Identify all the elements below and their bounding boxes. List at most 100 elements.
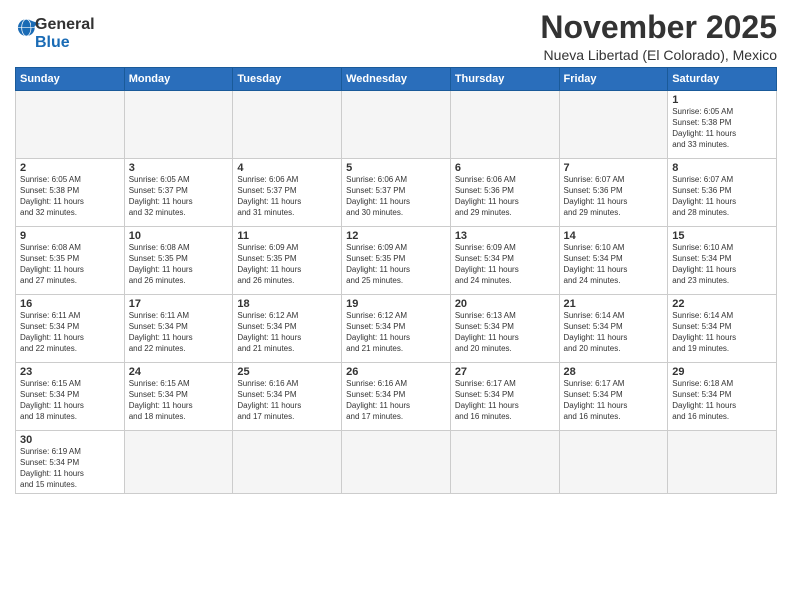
- day-number: 28: [564, 366, 664, 378]
- calendar-cell: 18Sunrise: 6:12 AM Sunset: 5:34 PM Dayli…: [233, 295, 342, 363]
- calendar-cell: 21Sunrise: 6:14 AM Sunset: 5:34 PM Dayli…: [559, 295, 668, 363]
- calendar-cell: 2Sunrise: 6:05 AM Sunset: 5:38 PM Daylig…: [16, 159, 125, 227]
- day-info: Sunrise: 6:08 AM Sunset: 5:35 PM Dayligh…: [20, 243, 120, 286]
- day-info: Sunrise: 6:18 AM Sunset: 5:34 PM Dayligh…: [672, 379, 772, 422]
- calendar-cell: [342, 91, 451, 159]
- day-number: 7: [564, 162, 664, 174]
- day-number: 24: [129, 366, 229, 378]
- day-info: Sunrise: 6:09 AM Sunset: 5:34 PM Dayligh…: [455, 243, 555, 286]
- day-info: Sunrise: 6:09 AM Sunset: 5:35 PM Dayligh…: [346, 243, 446, 286]
- calendar-cell: 28Sunrise: 6:17 AM Sunset: 5:34 PM Dayli…: [559, 363, 668, 431]
- calendar-table: SundayMondayTuesdayWednesdayThursdayFrid…: [15, 67, 777, 494]
- day-info: Sunrise: 6:11 AM Sunset: 5:34 PM Dayligh…: [129, 311, 229, 354]
- week-row-2: 9Sunrise: 6:08 AM Sunset: 5:35 PM Daylig…: [16, 227, 777, 295]
- calendar-cell: [450, 91, 559, 159]
- day-number: 12: [346, 230, 446, 242]
- day-number: 2: [20, 162, 120, 174]
- calendar-cell: 19Sunrise: 6:12 AM Sunset: 5:34 PM Dayli…: [342, 295, 451, 363]
- calendar-cell: 27Sunrise: 6:17 AM Sunset: 5:34 PM Dayli…: [450, 363, 559, 431]
- day-info: Sunrise: 6:15 AM Sunset: 5:34 PM Dayligh…: [129, 379, 229, 422]
- day-info: Sunrise: 6:14 AM Sunset: 5:34 PM Dayligh…: [672, 311, 772, 354]
- calendar-cell: 13Sunrise: 6:09 AM Sunset: 5:34 PM Dayli…: [450, 227, 559, 295]
- day-number: 25: [237, 366, 337, 378]
- day-info: Sunrise: 6:10 AM Sunset: 5:34 PM Dayligh…: [564, 243, 664, 286]
- day-number: 13: [455, 230, 555, 242]
- calendar-cell: 4Sunrise: 6:06 AM Sunset: 5:37 PM Daylig…: [233, 159, 342, 227]
- weekday-header-friday: Friday: [559, 68, 668, 91]
- day-info: Sunrise: 6:14 AM Sunset: 5:34 PM Dayligh…: [564, 311, 664, 354]
- day-info: Sunrise: 6:19 AM Sunset: 5:34 PM Dayligh…: [20, 447, 120, 490]
- calendar-cell: 10Sunrise: 6:08 AM Sunset: 5:35 PM Dayli…: [124, 227, 233, 295]
- day-number: 23: [20, 366, 120, 378]
- calendar-cell: 16Sunrise: 6:11 AM Sunset: 5:34 PM Dayli…: [16, 295, 125, 363]
- weekday-header-row: SundayMondayTuesdayWednesdayThursdayFrid…: [16, 68, 777, 91]
- calendar-cell: [16, 91, 125, 159]
- day-info: Sunrise: 6:11 AM Sunset: 5:34 PM Dayligh…: [20, 311, 120, 354]
- header: General Blue November 2025 Nueva Liberta…: [15, 10, 777, 63]
- calendar-cell: 11Sunrise: 6:09 AM Sunset: 5:35 PM Dayli…: [233, 227, 342, 295]
- calendar-cell: 22Sunrise: 6:14 AM Sunset: 5:34 PM Dayli…: [668, 295, 777, 363]
- calendar-cell: 9Sunrise: 6:08 AM Sunset: 5:35 PM Daylig…: [16, 227, 125, 295]
- calendar-cell: [559, 431, 668, 494]
- day-info: Sunrise: 6:17 AM Sunset: 5:34 PM Dayligh…: [564, 379, 664, 422]
- calendar-cell: 6Sunrise: 6:06 AM Sunset: 5:36 PM Daylig…: [450, 159, 559, 227]
- calendar-cell: 23Sunrise: 6:15 AM Sunset: 5:34 PM Dayli…: [16, 363, 125, 431]
- day-info: Sunrise: 6:07 AM Sunset: 5:36 PM Dayligh…: [564, 175, 664, 218]
- day-number: 30: [20, 434, 120, 446]
- weekday-header-wednesday: Wednesday: [342, 68, 451, 91]
- day-info: Sunrise: 6:16 AM Sunset: 5:34 PM Dayligh…: [237, 379, 337, 422]
- calendar-cell: 14Sunrise: 6:10 AM Sunset: 5:34 PM Dayli…: [559, 227, 668, 295]
- day-number: 20: [455, 298, 555, 310]
- day-number: 4: [237, 162, 337, 174]
- day-number: 27: [455, 366, 555, 378]
- logo-text-block: General Blue: [35, 16, 95, 51]
- day-number: 26: [346, 366, 446, 378]
- logo-blue: Blue: [35, 34, 95, 52]
- day-info: Sunrise: 6:15 AM Sunset: 5:34 PM Dayligh…: [20, 379, 120, 422]
- day-info: Sunrise: 6:07 AM Sunset: 5:36 PM Dayligh…: [672, 175, 772, 218]
- day-info: Sunrise: 6:08 AM Sunset: 5:35 PM Dayligh…: [129, 243, 229, 286]
- calendar-cell: 24Sunrise: 6:15 AM Sunset: 5:34 PM Dayli…: [124, 363, 233, 431]
- day-info: Sunrise: 6:09 AM Sunset: 5:35 PM Dayligh…: [237, 243, 337, 286]
- day-info: Sunrise: 6:05 AM Sunset: 5:38 PM Dayligh…: [20, 175, 120, 218]
- day-info: Sunrise: 6:16 AM Sunset: 5:34 PM Dayligh…: [346, 379, 446, 422]
- calendar-cell: [668, 431, 777, 494]
- weekday-header-tuesday: Tuesday: [233, 68, 342, 91]
- calendar-cell: [559, 91, 668, 159]
- weekday-header-thursday: Thursday: [450, 68, 559, 91]
- calendar-cell: 25Sunrise: 6:16 AM Sunset: 5:34 PM Dayli…: [233, 363, 342, 431]
- day-number: 17: [129, 298, 229, 310]
- day-info: Sunrise: 6:06 AM Sunset: 5:37 PM Dayligh…: [237, 175, 337, 218]
- day-info: Sunrise: 6:10 AM Sunset: 5:34 PM Dayligh…: [672, 243, 772, 286]
- title-area: November 2025 Nueva Libertad (El Colorad…: [540, 10, 777, 63]
- week-row-5: 30Sunrise: 6:19 AM Sunset: 5:34 PM Dayli…: [16, 431, 777, 494]
- calendar-cell: 17Sunrise: 6:11 AM Sunset: 5:34 PM Dayli…: [124, 295, 233, 363]
- day-number: 8: [672, 162, 772, 174]
- calendar-cell: 20Sunrise: 6:13 AM Sunset: 5:34 PM Dayli…: [450, 295, 559, 363]
- day-info: Sunrise: 6:13 AM Sunset: 5:34 PM Dayligh…: [455, 311, 555, 354]
- logo-area: General Blue: [15, 14, 95, 51]
- day-info: Sunrise: 6:05 AM Sunset: 5:38 PM Dayligh…: [672, 107, 772, 150]
- calendar-cell: 15Sunrise: 6:10 AM Sunset: 5:34 PM Dayli…: [668, 227, 777, 295]
- day-info: Sunrise: 6:12 AM Sunset: 5:34 PM Dayligh…: [237, 311, 337, 354]
- weekday-header-monday: Monday: [124, 68, 233, 91]
- page: General Blue November 2025 Nueva Liberta…: [0, 0, 792, 612]
- calendar-cell: 30Sunrise: 6:19 AM Sunset: 5:34 PM Dayli…: [16, 431, 125, 494]
- logo-general: General: [35, 16, 95, 34]
- calendar-cell: 26Sunrise: 6:16 AM Sunset: 5:34 PM Dayli…: [342, 363, 451, 431]
- day-info: Sunrise: 6:12 AM Sunset: 5:34 PM Dayligh…: [346, 311, 446, 354]
- calendar-cell: [124, 431, 233, 494]
- week-row-3: 16Sunrise: 6:11 AM Sunset: 5:34 PM Dayli…: [16, 295, 777, 363]
- calendar-cell: [342, 431, 451, 494]
- calendar-cell: [233, 91, 342, 159]
- calendar-cell: [124, 91, 233, 159]
- week-row-1: 2Sunrise: 6:05 AM Sunset: 5:38 PM Daylig…: [16, 159, 777, 227]
- week-row-0: 1Sunrise: 6:05 AM Sunset: 5:38 PM Daylig…: [16, 91, 777, 159]
- day-number: 29: [672, 366, 772, 378]
- day-number: 1: [672, 94, 772, 106]
- calendar-cell: [450, 431, 559, 494]
- day-number: 18: [237, 298, 337, 310]
- day-number: 14: [564, 230, 664, 242]
- month-title: November 2025: [540, 10, 777, 45]
- calendar-cell: 3Sunrise: 6:05 AM Sunset: 5:37 PM Daylig…: [124, 159, 233, 227]
